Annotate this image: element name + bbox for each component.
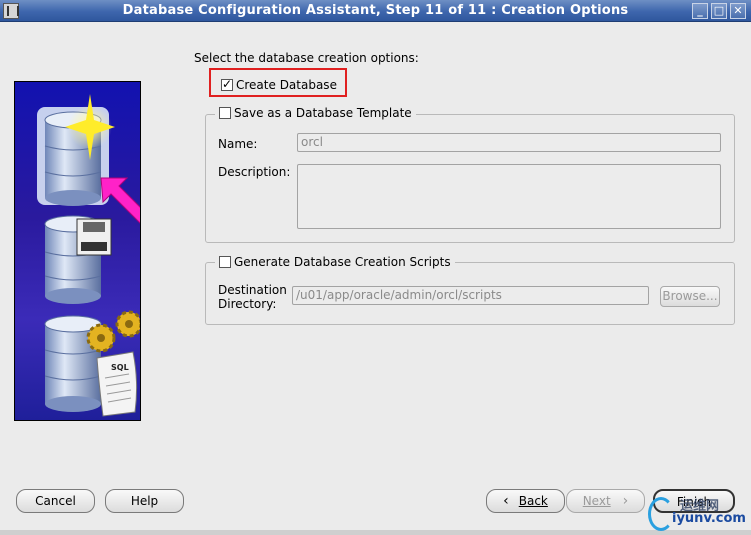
dialog-body: SQL Select the database creation options… bbox=[0, 22, 751, 535]
template-description-label: Description: bbox=[218, 165, 291, 179]
sql-label: SQL bbox=[111, 363, 129, 372]
watermark-logo-icon bbox=[648, 497, 674, 531]
back-label: Back bbox=[518, 494, 548, 508]
generate-scripts-label: Generate Database Creation Scripts bbox=[234, 255, 451, 269]
database-floppy-icon bbox=[44, 215, 112, 304]
next-label: Next bbox=[582, 494, 611, 508]
generate-scripts-option[interactable]: Generate Database Creation Scripts bbox=[215, 255, 455, 269]
window-title: Database Configuration Assistant, Step 1… bbox=[122, 3, 629, 18]
footer-strip bbox=[0, 530, 751, 535]
help-button[interactable]: Help bbox=[105, 489, 184, 513]
next-arrow-icon: › bbox=[622, 493, 629, 509]
create-database-checkbox[interactable] bbox=[221, 77, 233, 91]
template-description-field[interactable] bbox=[297, 164, 721, 229]
minimize-button[interactable]: _ bbox=[692, 3, 708, 19]
destination-label-line2: Directory: bbox=[218, 297, 277, 311]
save-template-checkbox[interactable] bbox=[219, 107, 231, 119]
back-button[interactable]: ‹ Back bbox=[486, 489, 565, 513]
maximize-button[interactable]: □ bbox=[711, 3, 727, 19]
create-database-option[interactable]: Create Database bbox=[221, 77, 337, 92]
intro-text: Select the database creation options: bbox=[194, 51, 419, 65]
next-button[interactable]: Next › bbox=[566, 489, 645, 513]
destination-label: Destination Directory: bbox=[218, 283, 287, 311]
wizard-illustration: SQL bbox=[14, 81, 141, 421]
save-template-label: Save as a Database Template bbox=[234, 106, 412, 120]
browse-button[interactable]: Browse... bbox=[660, 286, 720, 307]
cancel-button[interactable]: Cancel bbox=[16, 489, 95, 513]
destination-label-line1: Destination bbox=[218, 283, 287, 297]
close-button[interactable]: ✕ bbox=[730, 3, 746, 19]
watermark-url-text: iyunv.com bbox=[672, 511, 746, 526]
destination-directory-field[interactable]: /u01/app/oracle/admin/orcl/scripts bbox=[292, 286, 649, 305]
template-name-field[interactable]: orcl bbox=[297, 133, 721, 152]
title-bar: Database Configuration Assistant, Step 1… bbox=[0, 0, 751, 22]
template-name-label: Name: bbox=[218, 137, 258, 151]
generate-scripts-checkbox[interactable] bbox=[219, 256, 231, 268]
watermark: 运维网 iyunv.com bbox=[648, 495, 748, 535]
save-template-option[interactable]: Save as a Database Template bbox=[215, 106, 416, 120]
back-arrow-icon: ‹ bbox=[503, 493, 509, 509]
create-database-label: Create Database bbox=[236, 78, 337, 92]
